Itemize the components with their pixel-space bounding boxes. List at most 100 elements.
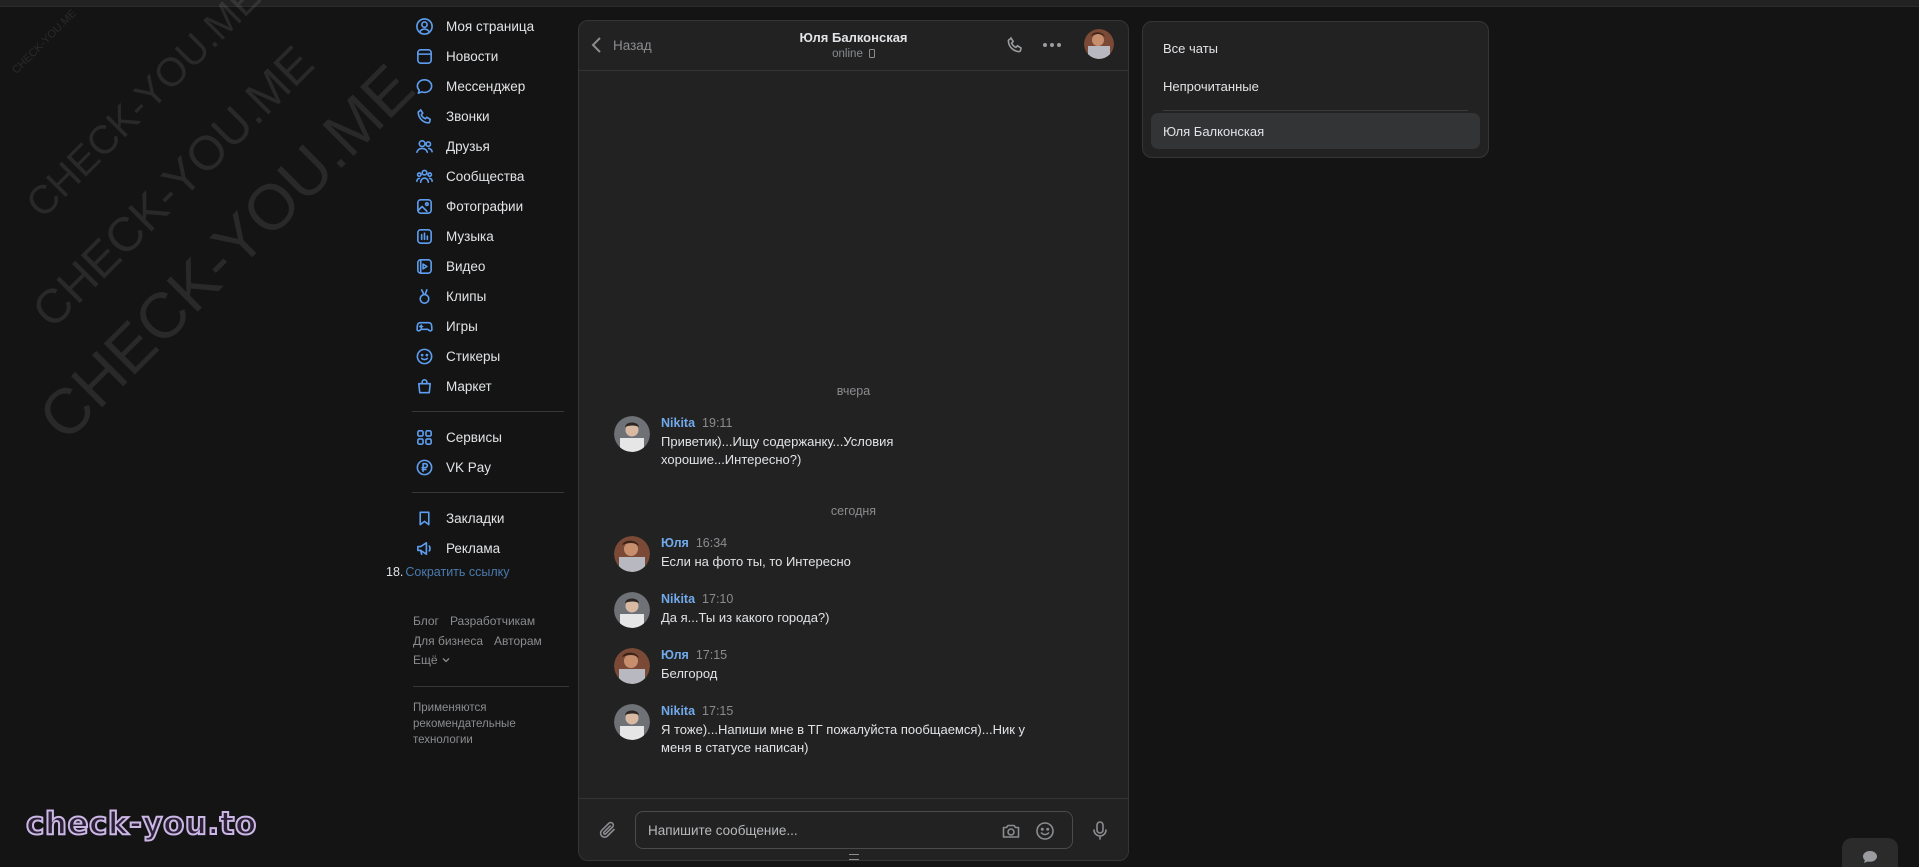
message-item[interactable]: Nikita 19:11 Приветик)...Ищу содержанку..… bbox=[614, 416, 1034, 469]
dot-icon bbox=[1043, 43, 1047, 47]
attach-button[interactable] bbox=[597, 819, 619, 846]
footer-link-business[interactable]: Для бизнеса bbox=[413, 634, 483, 648]
music-icon bbox=[414, 226, 434, 246]
avatar bbox=[614, 704, 650, 740]
nav-item-video[interactable]: Видео bbox=[410, 251, 570, 281]
nav-item-label: Сервисы bbox=[446, 429, 502, 445]
message-icon bbox=[414, 76, 434, 96]
chat-panel: Назад Юля Балконская online вчера Nikita… bbox=[578, 20, 1129, 861]
nav-item-label: Новости bbox=[446, 48, 499, 64]
nav-item-services[interactable]: Сервисы bbox=[410, 422, 570, 452]
message-time: 17:15 bbox=[702, 704, 734, 718]
call-button[interactable] bbox=[1005, 35, 1025, 60]
recommendation-note: Применяются рекомендательные технологии bbox=[413, 702, 516, 746]
nav-item-bookmarks[interactable]: Закладки bbox=[410, 503, 570, 533]
message-time: 17:15 bbox=[695, 648, 728, 662]
nav-item-ads[interactable]: Реклама bbox=[410, 533, 570, 563]
gamepad-icon bbox=[414, 316, 434, 336]
peer-status: online bbox=[579, 48, 1128, 60]
nav-item-calls[interactable]: Звонки bbox=[410, 101, 570, 131]
nav-item-vk-pay[interactable]: VK Pay bbox=[410, 452, 570, 482]
message-item[interactable]: Юля 17:15 Белгород bbox=[614, 648, 1034, 684]
folder-unread[interactable]: Непрочитанные bbox=[1151, 68, 1480, 104]
message-text: Белгород bbox=[661, 666, 718, 681]
footer-link-more[interactable]: Ещё bbox=[413, 653, 450, 667]
phone-icon bbox=[414, 106, 434, 126]
nav-item-messenger[interactable]: Мессенджер bbox=[410, 71, 570, 101]
message-text: Я тоже)...Напиши мне в ТГ пожалуйста поо… bbox=[661, 722, 1026, 755]
brand-watermark: check-you.to bbox=[25, 805, 257, 843]
nav-item-label: Реклама bbox=[446, 540, 501, 556]
nav-item-label: Видео bbox=[446, 258, 486, 274]
folder-all-chats[interactable]: Все чаты bbox=[1151, 30, 1480, 66]
nav-item-photos[interactable]: Фотографии bbox=[410, 191, 570, 221]
nav-item-communities[interactable]: Сообщества bbox=[410, 161, 570, 191]
watermark-medium: CHECK-YOU.ME bbox=[18, 0, 270, 227]
composer-resize-handle[interactable] bbox=[849, 854, 859, 860]
message-author[interactable]: Nikita bbox=[661, 592, 695, 606]
nav-item-label: Закладки bbox=[446, 510, 505, 526]
message-time: 19:11 bbox=[702, 416, 733, 430]
nav-item-music[interactable]: Музыка bbox=[410, 221, 570, 251]
watermark-small: CHECK-YOU.ME bbox=[10, 7, 79, 77]
folder-current-chat[interactable]: Юля Балконская bbox=[1151, 113, 1480, 149]
message-history[interactable]: вчера Nikita 19:11 Приветик)...Ищу содерж… bbox=[579, 72, 1128, 798]
peer-status-text: online bbox=[832, 48, 863, 60]
user-circle-icon bbox=[414, 16, 434, 36]
short-link-row: 18. Сократить ссылку bbox=[386, 565, 510, 579]
watermark-large: CHECK-YOU.ME bbox=[22, 36, 325, 339]
communities-icon bbox=[414, 166, 434, 186]
folders-divider bbox=[1163, 110, 1468, 111]
watermark-xlarge: CHECK-YOU.ME bbox=[24, 50, 428, 454]
nav-item-games[interactable]: Игры bbox=[410, 311, 570, 341]
bookmark-icon bbox=[414, 508, 434, 528]
message-item[interactable]: Nikita 17:15 Я тоже)...Напиши мне в ТГ по… bbox=[614, 704, 1034, 757]
message-text: Приветик)...Ищу содержанку...Условия хор… bbox=[661, 434, 894, 467]
footer-link-authors[interactable]: Авторам bbox=[494, 634, 542, 648]
nav-item-label: Музыка bbox=[446, 228, 494, 244]
nav-item-my-page[interactable]: Моя страница bbox=[410, 11, 570, 41]
camera-button[interactable] bbox=[1000, 820, 1022, 847]
nav-item-label: Стикеры bbox=[446, 348, 501, 364]
open-chats-button[interactable] bbox=[1842, 838, 1898, 867]
phone-icon bbox=[1007, 36, 1022, 53]
message-author[interactable]: Юля bbox=[661, 648, 689, 662]
nav-item-label: Мессенджер bbox=[446, 78, 526, 94]
message-author[interactable]: Nikita bbox=[661, 704, 695, 718]
voice-message-button[interactable] bbox=[1089, 819, 1111, 846]
message-item[interactable]: Юля 16:34 Если на фото ты, то Интересно bbox=[614, 536, 1034, 572]
short-link-button[interactable]: Сократить ссылку bbox=[405, 565, 509, 579]
microphone-icon bbox=[1093, 821, 1107, 840]
nav-item-label: Сообщества bbox=[446, 168, 525, 184]
bag-icon bbox=[414, 376, 434, 396]
nav-item-market[interactable]: Маркет bbox=[410, 371, 570, 401]
emoji-button[interactable] bbox=[1034, 820, 1056, 847]
nav-divider bbox=[412, 492, 564, 493]
peer-avatar[interactable] bbox=[1084, 29, 1114, 59]
message-author[interactable]: Юля bbox=[661, 536, 689, 550]
nav-item-friends[interactable]: Друзья bbox=[410, 131, 570, 161]
footer-link-blog[interactable]: Блог bbox=[413, 614, 439, 628]
friends-icon bbox=[414, 136, 434, 156]
nav-item-news[interactable]: Новости bbox=[410, 41, 570, 71]
message-input[interactable] bbox=[648, 820, 978, 840]
message-item[interactable]: Nikita 17:10 Да я...Ты из какого города?) bbox=[614, 592, 1034, 628]
avatar bbox=[614, 592, 650, 628]
nav-item-clips[interactable]: Клипы bbox=[410, 281, 570, 311]
avatar bbox=[614, 416, 650, 452]
chevron-down-icon bbox=[442, 658, 450, 663]
chat-folders-panel: Все чаты Непрочитанные Юля Балконская bbox=[1142, 21, 1489, 158]
mobile-icon bbox=[868, 49, 875, 58]
nav-item-stickers[interactable]: Стикеры bbox=[410, 341, 570, 371]
newspaper-icon bbox=[414, 46, 434, 66]
footer-link-developers[interactable]: Разработчикам bbox=[450, 614, 535, 628]
left-sidebar: Моя страница Новости Мессенджер Звонки Д… bbox=[410, 11, 570, 563]
message-author[interactable]: Nikita bbox=[661, 416, 695, 430]
message-text: Да я...Ты из какого города?) bbox=[661, 610, 830, 625]
footer-more-label: Ещё bbox=[413, 653, 438, 667]
more-options-button[interactable] bbox=[1043, 43, 1061, 47]
message-input-box bbox=[635, 811, 1073, 849]
clips-icon bbox=[414, 286, 434, 306]
nav-item-label: VK Pay bbox=[446, 459, 492, 475]
sticker-icon bbox=[414, 346, 434, 366]
